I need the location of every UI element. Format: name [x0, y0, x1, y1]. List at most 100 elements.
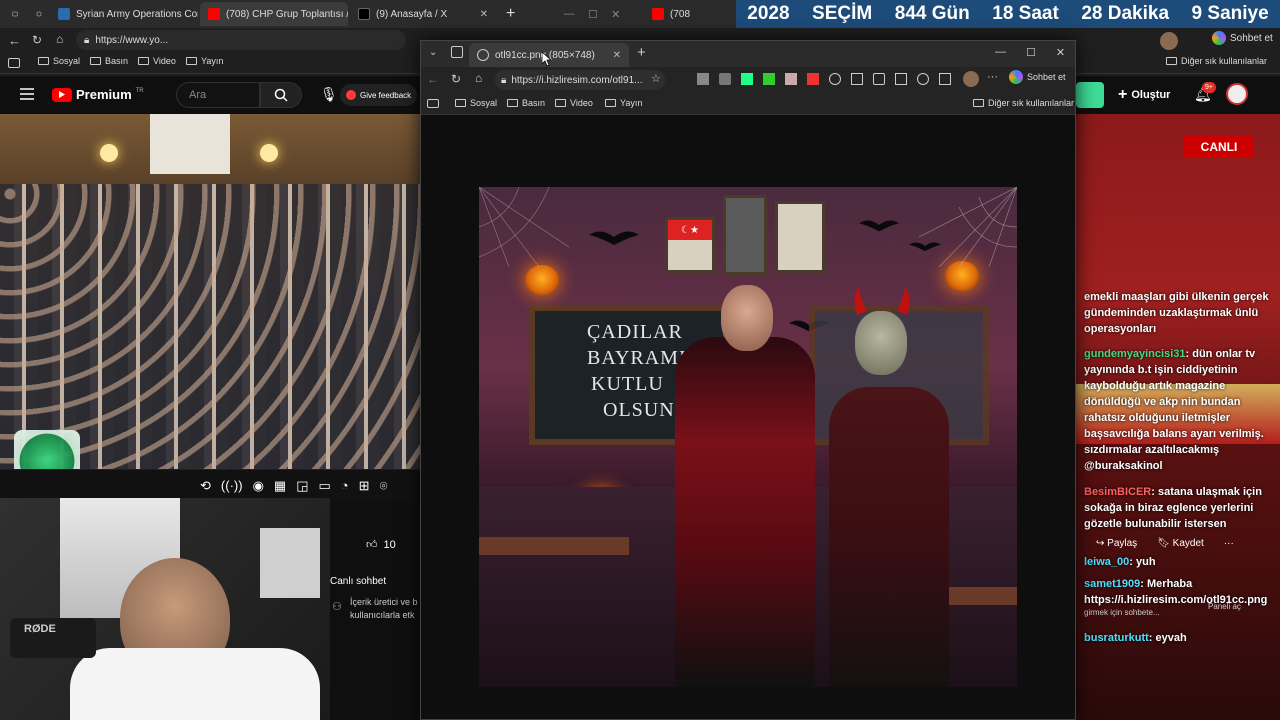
- extension-icon[interactable]: [719, 73, 731, 85]
- window-controls: — ☐ ✕: [552, 2, 632, 26]
- notification-badge: 9+: [1202, 82, 1216, 93]
- reload-icon[interactable]: ↻: [32, 33, 42, 47]
- youtube-favicon-icon: [652, 8, 664, 20]
- split-screen-icon[interactable]: [851, 73, 863, 85]
- screenshot-icon[interactable]: ◉: [253, 478, 264, 494]
- bat-icon: [589, 231, 639, 245]
- countdown-hours: 18 Saat: [992, 3, 1059, 24]
- loop-icon[interactable]: ⟲: [200, 478, 211, 494]
- bookmark-sosyal[interactable]: Sosyal: [38, 56, 80, 66]
- search-button[interactable]: [260, 82, 302, 108]
- popup-url-field[interactable]: 🔒︎ https://i.hizliresim.com/otl91...: [495, 70, 665, 90]
- miniplayer-icon[interactable]: ◲: [296, 478, 308, 494]
- other-bookmarks[interactable]: Diğer sık kullanılanlar: [973, 98, 1074, 108]
- youtube-logo[interactable]: Premium TR: [52, 87, 144, 102]
- more-icon[interactable]: ···: [987, 71, 998, 83]
- bookmark-label: Yayın: [201, 56, 224, 66]
- extension-icon[interactable]: [807, 73, 819, 85]
- reload-icon[interactable]: ↻: [451, 72, 461, 86]
- home-icon[interactable]: ⌂: [475, 71, 482, 85]
- home-icon[interactable]: ⌂: [56, 32, 63, 46]
- profile-avatar[interactable]: [1160, 32, 1178, 50]
- chat-user[interactable]: gundemyayincisi31: [1084, 348, 1186, 360]
- like-button[interactable]: 👍︎ 10: [366, 538, 396, 552]
- speed-icon[interactable]: ◔: [341, 478, 349, 494]
- favorite-star-icon[interactable]: ☆: [651, 72, 661, 85]
- favorites-icon[interactable]: [873, 73, 885, 85]
- background-url-field[interactable]: 🔒︎ https://www.yo...: [76, 30, 406, 50]
- youtube-video-player[interactable]: [0, 114, 420, 469]
- pumpkin-icon: [525, 265, 559, 295]
- clip-icon[interactable]: ▦: [274, 478, 286, 494]
- maximize-icon[interactable]: ☐: [588, 8, 598, 21]
- bookmark-video[interactable]: Video: [555, 98, 593, 108]
- tab-list-icon[interactable]: ⌄: [429, 47, 437, 58]
- channel-avatar[interactable]: [1226, 83, 1248, 105]
- bookmark-sosyal[interactable]: Sosyal: [455, 98, 497, 108]
- chat-user[interactable]: leiwa_00: [1084, 556, 1129, 568]
- workspaces-icon[interactable]: [451, 46, 463, 58]
- bookmark-basin[interactable]: Basın: [90, 56, 128, 66]
- tab-actions-icon[interactable]: [4, 2, 26, 26]
- share-button[interactable]: ↪ Paylaş: [1096, 538, 1137, 549]
- halloween-poster-image[interactable]: ☾★ ÇADILAR BAYRAMI KUTLU OLSUN: [479, 187, 1017, 687]
- workspaces-icon[interactable]: [28, 2, 50, 26]
- close-tab-icon[interactable]: ✕: [613, 50, 621, 61]
- new-tab-button[interactable]: +: [637, 44, 646, 61]
- profile-avatar[interactable]: [963, 71, 979, 87]
- collections-icon[interactable]: [895, 73, 907, 85]
- menu-icon[interactable]: [20, 88, 34, 100]
- minimize-icon[interactable]: —: [564, 8, 575, 20]
- bookmark-basin[interactable]: Basın: [507, 98, 545, 108]
- browser-essentials-icon[interactable]: [939, 73, 951, 85]
- new-tab-button[interactable]: +: [498, 2, 522, 26]
- copilot-button[interactable]: Sohbet et: [1009, 70, 1066, 84]
- tab-syrian-army[interactable]: Syrian Army Operations Comm ✕: [50, 2, 198, 26]
- tab-x-home[interactable]: (9) Anasayfa / X ✕: [350, 2, 496, 26]
- tab-chp-grup[interactable]: (708) CHP Grup Toplantısı / TBM ✕: [200, 2, 348, 26]
- back-icon[interactable]: ←: [427, 72, 439, 86]
- open-panel-button[interactable]: Paneli aç: [1208, 602, 1241, 611]
- close-tab-icon[interactable]: ✕: [480, 9, 488, 20]
- give-feedback-button[interactable]: Give feedback: [340, 84, 418, 106]
- close-icon[interactable]: ✕: [1056, 46, 1065, 59]
- copilot-button[interactable]: Sohbet et: [1212, 31, 1273, 45]
- reading-list-icon[interactable]: [427, 99, 439, 108]
- chat-message: emekli maaşları gibi ülkenin gerçek günd…: [1084, 289, 1276, 337]
- extension-icon[interactable]: [697, 73, 709, 85]
- extension-icon[interactable]: [763, 73, 775, 85]
- bookmark-video[interactable]: Video: [138, 56, 176, 66]
- extension-icon[interactable]: [829, 73, 841, 85]
- camera-icon[interactable]: ⌾: [380, 478, 388, 494]
- more-icon[interactable]: ···: [1224, 538, 1234, 549]
- chat-user[interactable]: samet1909: [1084, 578, 1140, 590]
- add-icon[interactable]: ⊞: [359, 478, 370, 494]
- youtube-search-input[interactable]: Ara: [176, 82, 260, 108]
- chat-user[interactable]: BesimBICER: [1084, 486, 1151, 498]
- maximize-icon[interactable]: ☐: [1026, 46, 1036, 59]
- microphone-icon[interactable]: 🎙︎: [320, 86, 338, 103]
- create-button[interactable]: + Oluştur: [1118, 86, 1170, 104]
- performance-icon[interactable]: [917, 73, 929, 85]
- tab-label: Syrian Army Operations Comm: [76, 8, 198, 20]
- minimize-icon[interactable]: —: [995, 46, 1006, 59]
- tab-label: (708) CHP Grup Toplantısı / TBM: [226, 8, 348, 20]
- chat-user[interactable]: busraturkutt: [1084, 632, 1149, 644]
- close-icon[interactable]: ✕: [611, 8, 620, 21]
- popup-tab-bar: ⌄ otl91cc.png (805×748) ✕ + — ☐ ✕: [421, 41, 1075, 67]
- back-icon[interactable]: ←: [8, 33, 21, 48]
- tab-label: (9) Anasayfa / X: [376, 8, 448, 20]
- tab-second-window[interactable]: (708: [644, 2, 734, 26]
- folder-icon: [38, 57, 49, 65]
- chat-message: leiwa_00: yuh: [1084, 556, 1156, 568]
- live-icon[interactable]: ((·)): [221, 478, 243, 494]
- folder-icon: [90, 57, 101, 65]
- extension-icon[interactable]: [785, 73, 797, 85]
- extension-icon[interactable]: [741, 73, 753, 85]
- other-bookmarks[interactable]: Diğer sık kullanılanlar: [1166, 56, 1267, 66]
- reading-list-icon[interactable]: [8, 58, 20, 68]
- save-button[interactable]: 🔖︎ Kaydet: [1157, 538, 1204, 549]
- subtitles-icon[interactable]: ▭: [319, 478, 331, 494]
- bookmark-yayin[interactable]: Yayın: [605, 98, 642, 108]
- bookmark-yayin[interactable]: Yayın: [186, 56, 223, 66]
